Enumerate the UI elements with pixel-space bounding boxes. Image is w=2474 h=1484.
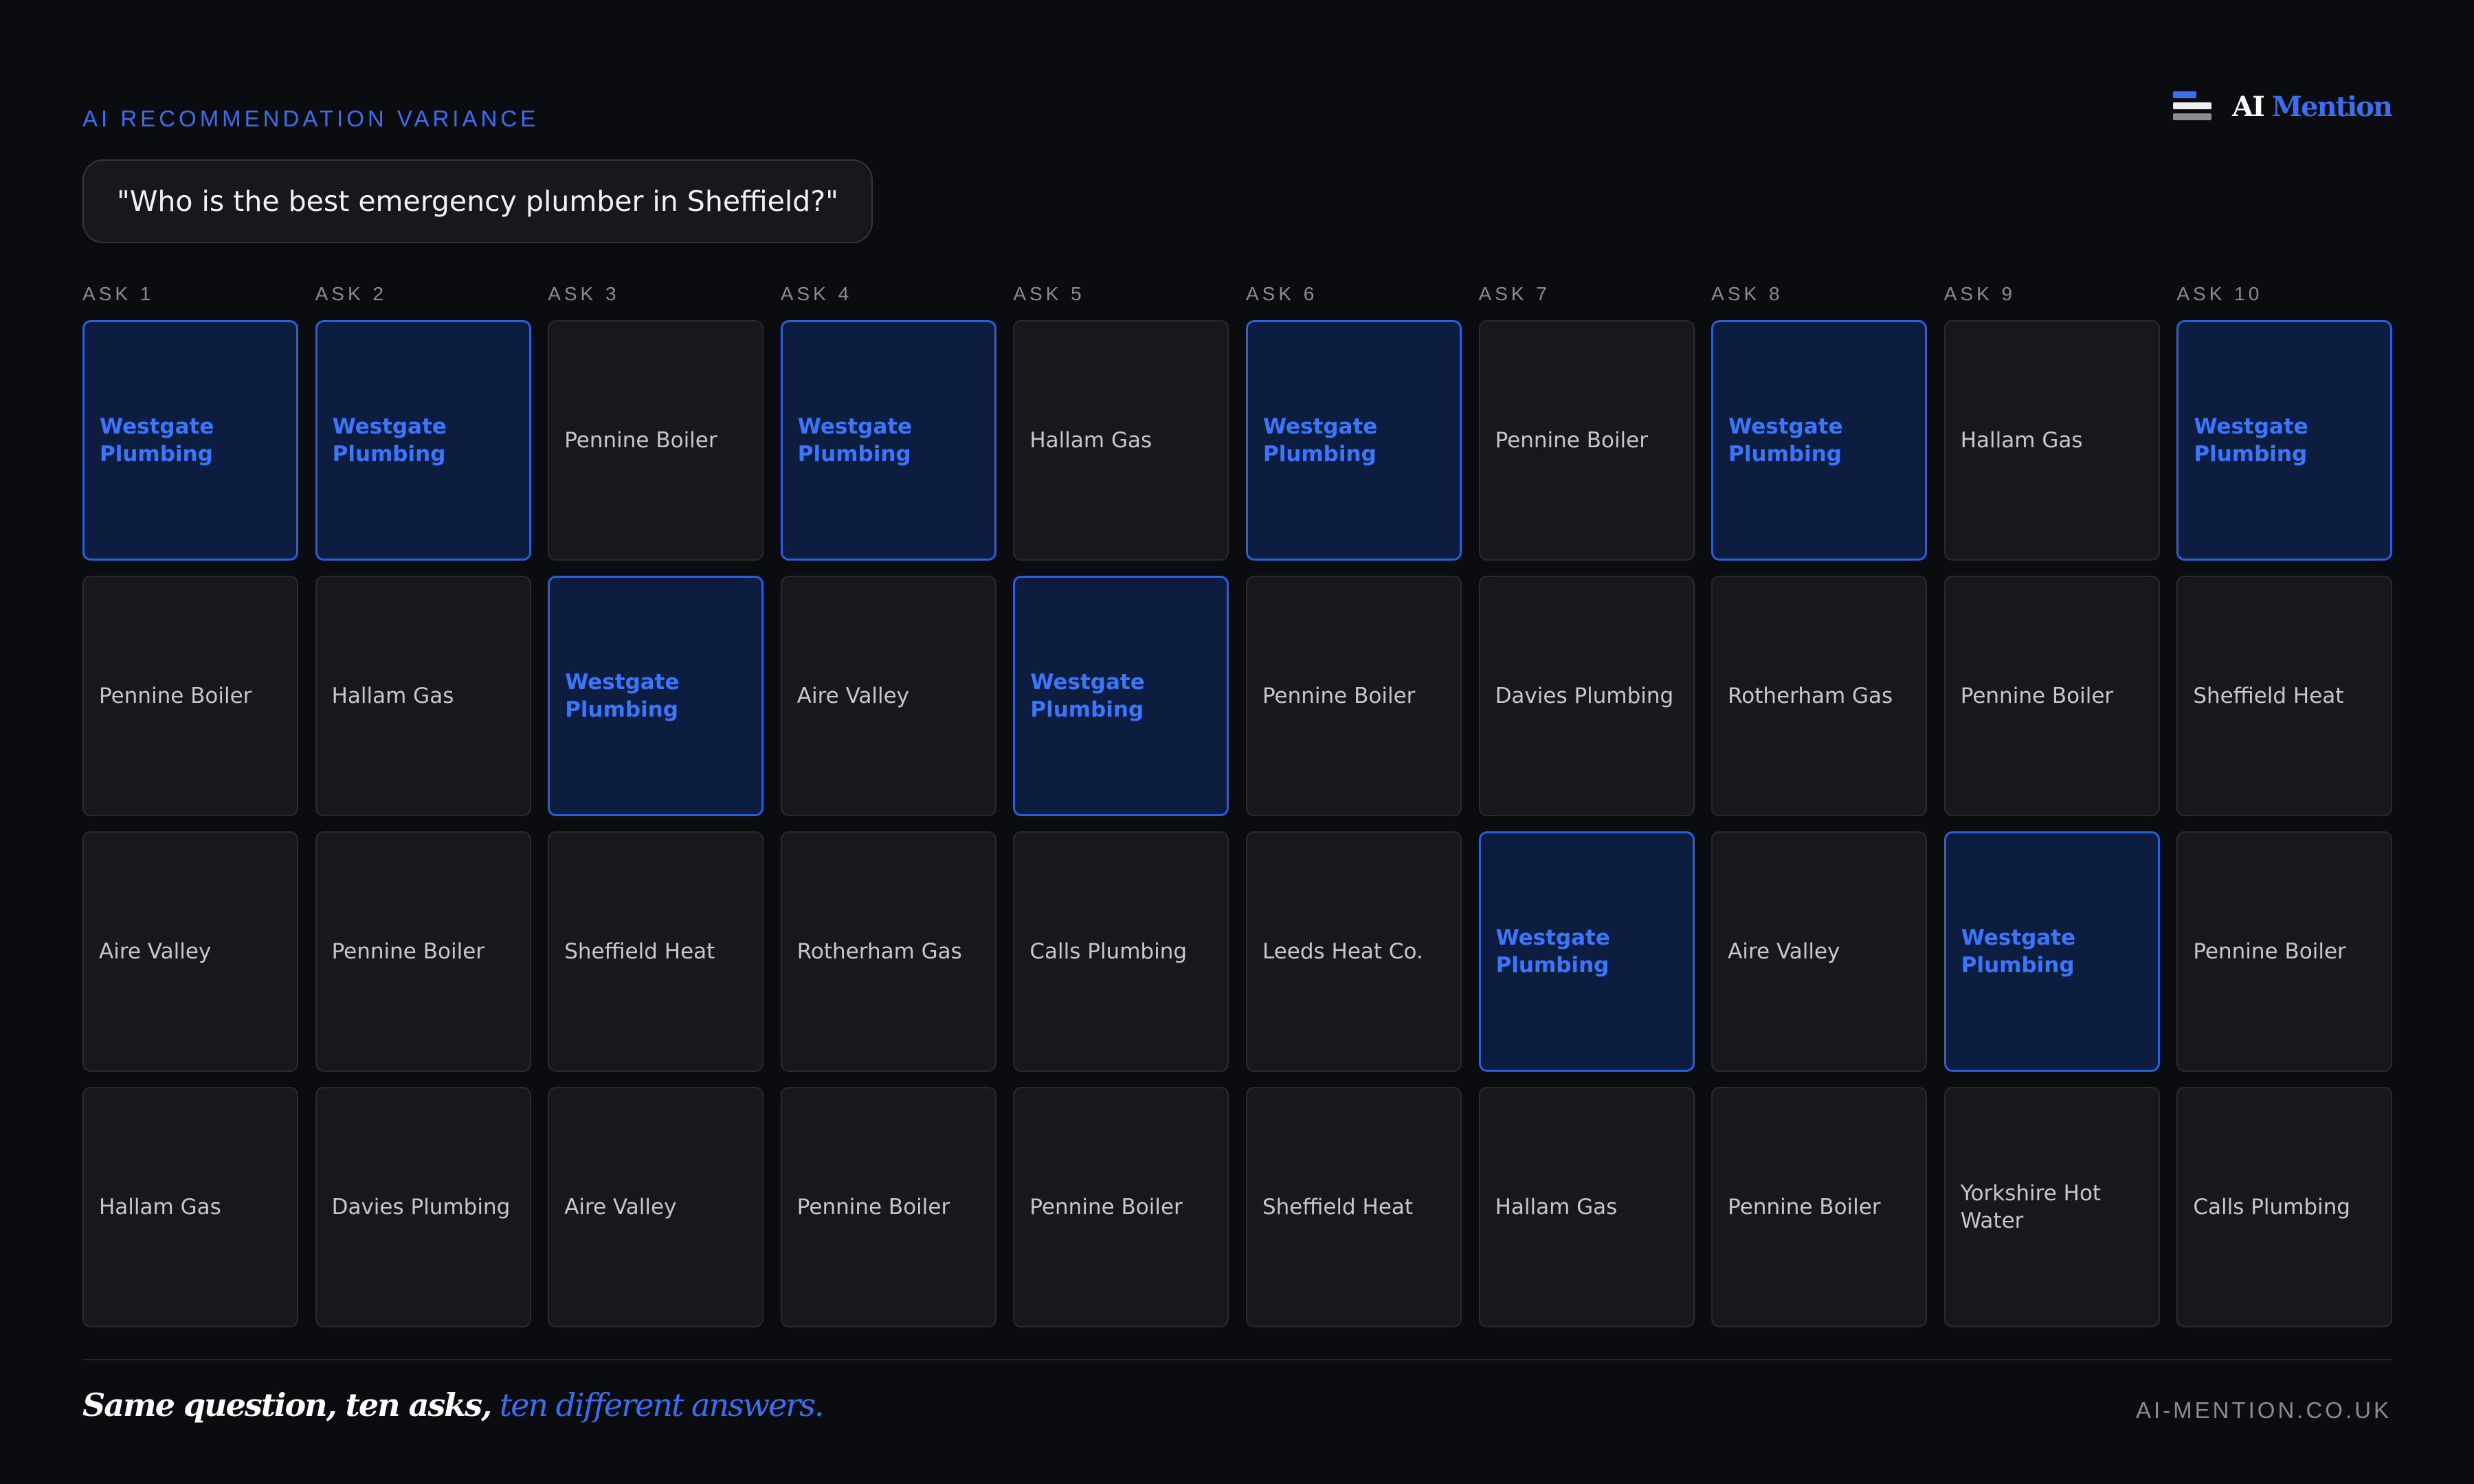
answer-cell: Pennine Boiler xyxy=(1711,1087,1928,1327)
ask-label: ASK 6 xyxy=(1245,283,1318,304)
answer-cell-highlighted: Westgate Plumbing xyxy=(1478,831,1695,1072)
answer-cell: Sheffield Heat xyxy=(1245,1087,1462,1327)
ask-header-row: ASK 1 ASK 2 ASK 3 ASK 4 ASK 5 ASK 6 ASK 7 ASK 8… xyxy=(82,282,2392,320)
ask-label: ASK 1 xyxy=(82,283,155,304)
answer-cell: Aire Valley xyxy=(780,576,996,816)
answer-cell: Calls Plumbing xyxy=(2176,1087,2393,1327)
answer-cell-highlighted: Westgate Plumbing xyxy=(315,320,531,561)
answer-cell: Pennine Boiler xyxy=(2176,831,2393,1072)
answer-cell: Pennine Boiler xyxy=(1013,1087,1229,1327)
footer-tagline: Same question, ten asks, ten different a… xyxy=(82,1386,825,1424)
bars-logo-icon xyxy=(2173,91,2212,122)
answer-cell-highlighted: Westgate Plumbing xyxy=(1013,576,1229,816)
answer-cell-highlighted: Westgate Plumbing xyxy=(2176,320,2393,561)
tagline-accent: ten different answers. xyxy=(499,1386,825,1424)
answer-cell: Hallam Gas xyxy=(1013,320,1229,561)
site-url: AI-MENTION.CO.UK xyxy=(2135,1397,2392,1423)
answer-cell: Calls Plumbing xyxy=(1013,831,1229,1072)
answer-cell: Aire Valley xyxy=(1711,831,1928,1072)
answer-cell: Pennine Boiler xyxy=(780,1087,996,1327)
brand-ai: AI xyxy=(2232,90,2265,123)
ask-label: ASK 2 xyxy=(315,283,387,304)
answer-cell-highlighted: Westgate Plumbing xyxy=(1943,831,2160,1072)
ask-label: ASK 10 xyxy=(2176,283,2263,304)
brand-logo: AI Mention xyxy=(2173,87,2393,126)
answer-cell-highlighted: Westgate Plumbing xyxy=(1245,320,1462,561)
answer-cell: Hallam Gas xyxy=(1478,1087,1695,1327)
answer-cell: Pennine Boiler xyxy=(1943,576,2160,816)
answer-cell: Hallam Gas xyxy=(82,1087,298,1327)
ask-label: ASK 5 xyxy=(1013,283,1085,304)
answer-cell: Rotherham Gas xyxy=(780,831,996,1072)
ask-label: ASK 3 xyxy=(548,283,620,304)
ask-label: ASK 8 xyxy=(1711,283,1783,304)
answer-cell: Yorkshire Hot Water xyxy=(1943,1087,2160,1327)
brand-mention: Mention xyxy=(2271,90,2393,123)
ask-label: ASK 7 xyxy=(1478,283,1550,304)
question-pill: "Who is the best emergency plumber in Sh… xyxy=(82,159,873,243)
eyebrow-title: AI RECOMMENDATION VARIANCE xyxy=(82,106,539,131)
answer-cell: Sheffield Heat xyxy=(2176,576,2393,816)
answer-cell: Hallam Gas xyxy=(315,576,531,816)
answer-cell: Pennine Boiler xyxy=(1478,320,1695,561)
answer-cell: Leeds Heat Co. xyxy=(1245,831,1462,1072)
answer-cell: Davies Plumbing xyxy=(1478,576,1695,816)
ask-label: ASK 9 xyxy=(1943,283,2016,304)
answer-cell-highlighted: Westgate Plumbing xyxy=(82,320,298,561)
answer-cell: Rotherham Gas xyxy=(1711,576,1928,816)
footer-divider xyxy=(82,1359,2392,1360)
answer-cell: Pennine Boiler xyxy=(548,320,764,561)
answer-cell: Davies Plumbing xyxy=(315,1087,531,1327)
answer-cell-highlighted: Westgate Plumbing xyxy=(1711,320,1928,561)
results-grid: ASK 1 ASK 2 ASK 3 ASK 4 ASK 5 ASK 6 ASK 7 ASK 8… xyxy=(82,282,2393,1327)
answer-cell: Sheffield Heat xyxy=(548,831,764,1072)
answer-cell: Pennine Boiler xyxy=(82,576,298,816)
answer-cell-highlighted: Westgate Plumbing xyxy=(548,576,764,816)
answer-cell: Pennine Boiler xyxy=(1245,576,1462,816)
answer-cell-highlighted: Westgate Plumbing xyxy=(780,320,996,561)
answer-cell: Pennine Boiler xyxy=(315,831,531,1072)
tagline-lead: Same question, ten asks, xyxy=(82,1386,492,1424)
brand-wordmark: AI Mention xyxy=(2232,90,2393,123)
answer-cells: Westgate Plumbing Westgate Plumbing Pennin… xyxy=(82,320,2393,1327)
answer-cell: Hallam Gas xyxy=(1943,320,2160,561)
ask-label: ASK 4 xyxy=(780,283,853,304)
answer-cell: Aire Valley xyxy=(82,831,298,1072)
answer-cell: Aire Valley xyxy=(548,1087,764,1327)
